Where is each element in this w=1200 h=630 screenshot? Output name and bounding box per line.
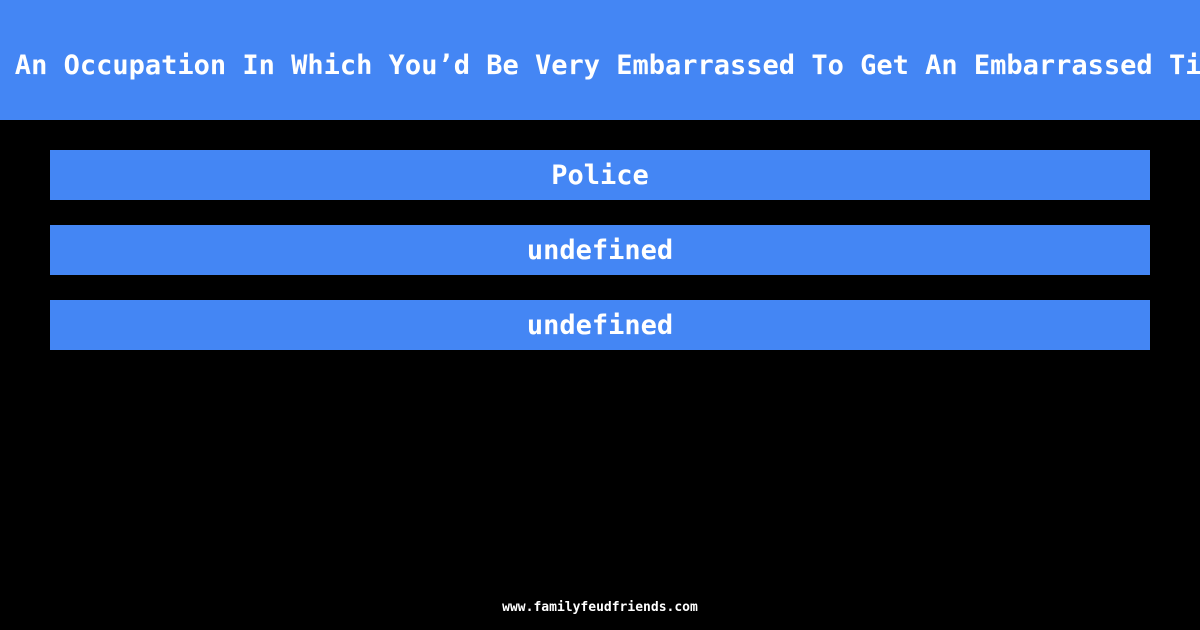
- answer-row-1: Police: [50, 150, 1150, 200]
- question-header: e An Occupation In Which You’d Be Very E…: [0, 0, 1200, 120]
- question-title: e An Occupation In Which You’d Be Very E…: [0, 50, 1200, 81]
- site-url: www.familyfeudfriends.com: [502, 600, 698, 615]
- answer-row-2: undefined: [50, 225, 1150, 275]
- answer-row-3: undefined: [50, 300, 1150, 350]
